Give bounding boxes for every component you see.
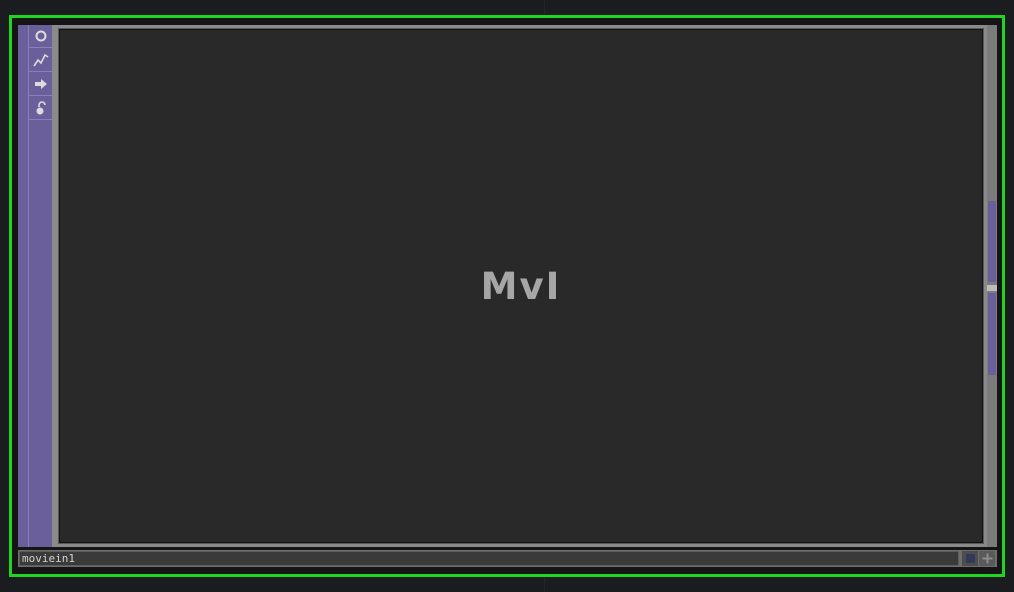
node-name-field[interactable]: moviein1	[19, 551, 959, 566]
output-connector-secondary[interactable]	[988, 293, 996, 375]
node-flag-column	[28, 25, 52, 547]
operator-type-label: MvI	[480, 264, 562, 308]
wave-icon	[32, 53, 48, 67]
output-connector[interactable]	[988, 201, 996, 282]
display-flag-button[interactable]	[962, 551, 978, 566]
expand-flag-button[interactable]	[979, 551, 995, 566]
circle-icon	[35, 30, 46, 42]
operator-node[interactable]: MvI moviein1	[9, 15, 1005, 577]
node-name-bar: moviein1	[18, 550, 997, 567]
arrow-right-icon	[34, 79, 47, 89]
node-body: MvI	[18, 25, 997, 547]
lock-flag-button[interactable]	[29, 97, 52, 120]
cook-flag-button[interactable]	[29, 49, 52, 72]
bypass-flag-button[interactable]	[29, 25, 52, 48]
node-left-strip	[18, 25, 28, 547]
plus-icon	[982, 553, 992, 564]
viewer-display-icon	[965, 554, 975, 563]
viewer-flag-button[interactable]	[29, 73, 52, 96]
node-viewer[interactable]: MvI	[60, 30, 982, 542]
lock-icon	[36, 101, 46, 115]
connector-divider	[987, 285, 997, 291]
output-connector-bar	[987, 25, 997, 547]
node-viewer-frame: MvI	[58, 28, 984, 544]
